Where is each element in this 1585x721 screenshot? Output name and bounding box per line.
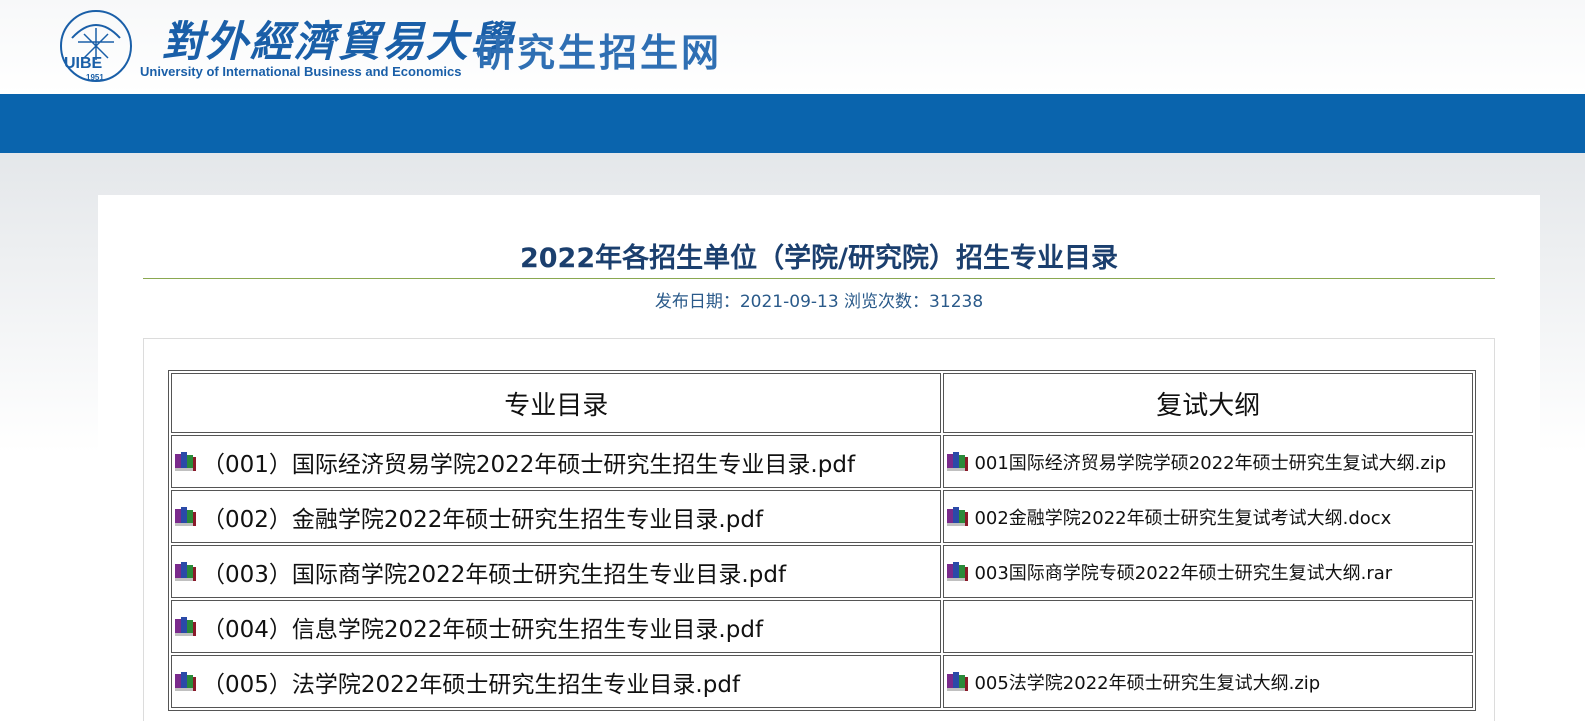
table-row: （001）国际经济贸易学院2022年硕士研究生招生专业目录.pdf 001国际经… <box>171 435 1473 488</box>
file-entry: 003国际商学院专硕2022年硕士研究生复试大纲.rar <box>944 559 1472 585</box>
column-header-catalog: 专业目录 <box>171 373 942 433</box>
nav-bar <box>0 94 1585 153</box>
outline-file-link[interactable]: 001国际经济贸易学院学硕2022年硕士研究生复试大纲.zip <box>974 449 1446 475</box>
outline-file-link[interactable]: 003国际商学院专硕2022年硕士研究生复试大纲.rar <box>974 559 1392 585</box>
book-stack-icon <box>946 671 970 693</box>
file-entry: 005法学院2022年硕士研究生复试大纲.zip <box>944 669 1472 695</box>
article-body: 专业目录 复试大纲 （001）国际经济贸易学院2022年硕士研究生招生专业目录.… <box>143 338 1495 721</box>
column-header-outline: 复试大纲 <box>943 373 1473 433</box>
outline-file-link[interactable]: 002金融学院2022年硕士研究生复试考试大纲.docx <box>974 504 1391 530</box>
outline-cell <box>943 600 1473 653</box>
table-row: （002）金融学院2022年硕士研究生招生专业目录.pdf 002金融学院202… <box>171 490 1473 543</box>
site-logo[interactable]: UIBE 1951 對外經濟貿易大學 University of Interna… <box>58 6 738 86</box>
book-stack-icon <box>174 506 198 528</box>
file-entry: （001）国际经济贸易学院2022年硕士研究生招生专业目录.pdf <box>172 445 940 479</box>
catalog-table: 专业目录 复试大纲 （001）国际经济贸易学院2022年硕士研究生招生专业目录.… <box>168 370 1476 711</box>
catalog-file-link[interactable]: （004）信息学院2022年硕士研究生招生专业目录.pdf <box>202 610 763 644</box>
file-entry: （002）金融学院2022年硕士研究生招生专业目录.pdf <box>172 500 940 534</box>
table-row: （005）法学院2022年硕士研究生招生专业目录.pdf 005法学院2022年… <box>171 655 1473 708</box>
catalog-cell: （005）法学院2022年硕士研究生招生专业目录.pdf <box>171 655 942 708</box>
file-entry: 001国际经济贸易学院学硕2022年硕士研究生复试大纲.zip <box>944 449 1472 475</box>
outline-cell: 001国际经济贸易学院学硕2022年硕士研究生复试大纲.zip <box>943 435 1473 488</box>
file-entry: （004）信息学院2022年硕士研究生招生专业目录.pdf <box>172 610 940 644</box>
article-meta: 发布日期：2021-09-13 浏览次数：31238 <box>654 292 984 312</box>
seal-year: 1951 <box>86 73 104 82</box>
file-entry: （003）国际商学院2022年硕士研究生招生专业目录.pdf <box>172 555 940 589</box>
catalog-cell: （003）国际商学院2022年硕士研究生招生专业目录.pdf <box>171 545 942 598</box>
site-name: 研究生招生网 <box>476 31 723 75</box>
university-calligraphy: 對外經濟貿易大學 <box>162 17 515 66</box>
content-card: 2022年各招生单位（学院/研究院）招生专业目录 发布日期：2021-09-13… <box>98 195 1540 721</box>
table-row: （004）信息学院2022年硕士研究生招生专业目录.pdf <box>171 600 1473 653</box>
outline-cell: 002金融学院2022年硕士研究生复试考试大纲.docx <box>943 490 1473 543</box>
book-stack-icon <box>946 451 970 473</box>
catalog-cell: （004）信息学院2022年硕士研究生招生专业目录.pdf <box>171 600 942 653</box>
file-entry: （005）法学院2022年硕士研究生招生专业目录.pdf <box>172 665 940 699</box>
catalog-file-link[interactable]: （005）法学院2022年硕士研究生招生专业目录.pdf <box>202 665 740 699</box>
catalog-file-link[interactable]: （002）金融学院2022年硕士研究生招生专业目录.pdf <box>202 500 763 534</box>
catalog-cell: （002）金融学院2022年硕士研究生招生专业目录.pdf <box>171 490 942 543</box>
outline-file-link[interactable]: 005法学院2022年硕士研究生复试大纲.zip <box>974 669 1320 695</box>
file-entry: 002金融学院2022年硕士研究生复试考试大纲.docx <box>944 504 1472 530</box>
university-english-name: University of International Business and… <box>140 64 462 79</box>
table-row: （003）国际商学院2022年硕士研究生招生专业目录.pdf 003国际商学院专… <box>171 545 1473 598</box>
catalog-cell: （001）国际经济贸易学院2022年硕士研究生招生专业目录.pdf <box>171 435 942 488</box>
book-stack-icon <box>174 451 198 473</box>
table-header-row: 专业目录 复试大纲 <box>171 373 1473 433</box>
site-header: UIBE 1951 對外經濟貿易大學 University of Interna… <box>0 0 1585 94</box>
article-title: 2022年各招生单位（学院/研究院）招生专业目录 <box>143 239 1495 279</box>
outline-cell: 003国际商学院专硕2022年硕士研究生复试大纲.rar <box>943 545 1473 598</box>
book-stack-icon <box>174 616 198 638</box>
catalog-file-link[interactable]: （001）国际经济贸易学院2022年硕士研究生招生专业目录.pdf <box>202 445 855 479</box>
book-stack-icon <box>946 506 970 528</box>
university-seal-icon: UIBE 1951 <box>58 8 134 84</box>
book-stack-icon <box>174 561 198 583</box>
svg-text:UIBE: UIBE <box>64 55 103 72</box>
book-stack-icon <box>174 671 198 693</box>
book-stack-icon <box>946 561 970 583</box>
catalog-file-link[interactable]: （003）国际商学院2022年硕士研究生招生专业目录.pdf <box>202 555 786 589</box>
outline-cell: 005法学院2022年硕士研究生复试大纲.zip <box>943 655 1473 708</box>
